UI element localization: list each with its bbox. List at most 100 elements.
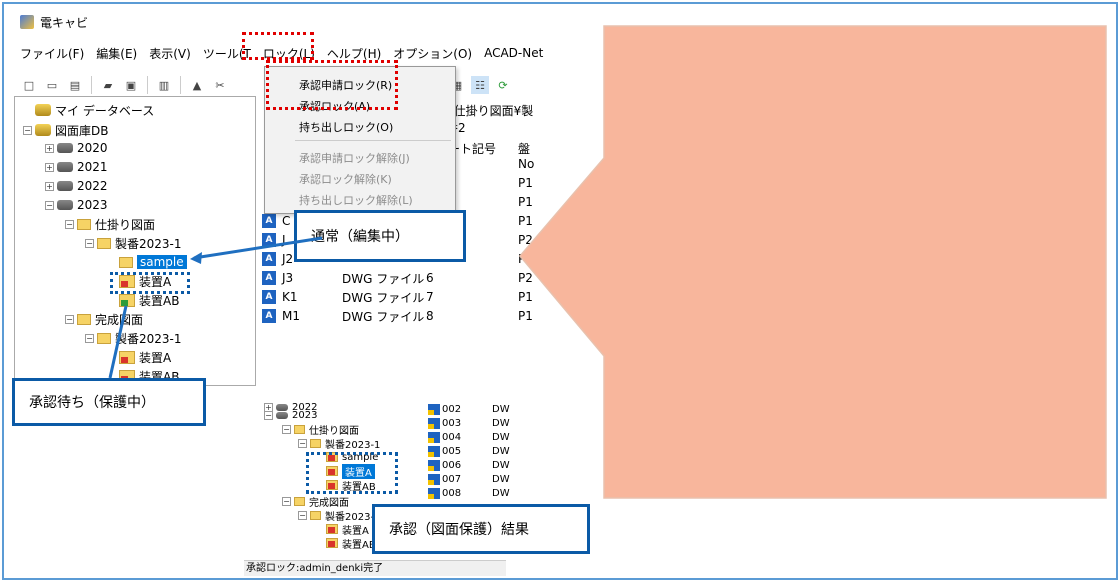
annotation-result: 承認（図面保護）結果 — [372, 504, 590, 554]
menu-edit[interactable]: 編集(E) — [90, 45, 143, 62]
tree-label: 仕掛り図面 — [309, 425, 359, 437]
tree-item[interactable]: − 完成図面 — [65, 310, 143, 328]
menu-options[interactable]: オプション(O) — [387, 45, 478, 62]
collapse-icon[interactable]: − — [45, 200, 54, 210]
tree-item[interactable]: − 製番2023-1 — [298, 436, 380, 451]
table-row[interactable]: 007 DW — [428, 472, 510, 486]
expand-icon[interactable]: + — [45, 143, 54, 153]
autocad-file-icon: A — [262, 252, 276, 266]
cell-number: 6 — [426, 271, 434, 285]
table-row[interactable]: A M1 DWG ファイル 8 — [262, 307, 512, 325]
menu-item-checkout-unlock: 持ち出しロック解除(L) — [299, 194, 413, 207]
table-row[interactable]: A J3 DWG ファイル 6 — [262, 269, 512, 287]
collapse-icon[interactable]: − — [282, 496, 291, 506]
collapse-icon[interactable]: − — [264, 410, 273, 420]
view-list-icon[interactable]: ☷ — [471, 76, 489, 94]
drive-icon — [57, 181, 73, 191]
collapse-icon[interactable]: − — [85, 333, 94, 343]
folder-icon[interactable]: ▰ — [99, 76, 117, 94]
tree-label: 仕掛り図面 — [95, 217, 156, 232]
cell-type: DW — [492, 417, 510, 429]
save-icon[interactable]: ▤ — [66, 76, 84, 94]
tree-label: 2021 — [77, 160, 108, 174]
cell-type: DWG ファイル — [342, 290, 425, 305]
tree-label: 2020 — [77, 141, 108, 155]
menu-view[interactable]: 表示(V) — [143, 45, 197, 62]
cell-board-no: P1 — [518, 290, 533, 304]
tree-label: 製番2023-1 — [115, 236, 182, 251]
menu-separator — [295, 140, 451, 141]
collapse-icon[interactable]: − — [65, 219, 74, 229]
tree-item[interactable]: +2021 — [45, 158, 108, 176]
tree-label: 装置AB — [139, 293, 180, 308]
tree-item[interactable]: − 製番2023-1 — [298, 508, 380, 523]
table-row[interactable]: 005 DW — [428, 444, 510, 458]
tree-item[interactable]: +2022 — [45, 177, 108, 195]
tree-item[interactable]: +2020 — [45, 139, 108, 157]
lock-folder-icon — [326, 538, 338, 548]
collapse-icon[interactable]: − — [65, 314, 74, 324]
menu-item-approval-unlock: 承認ロック解除(K) — [299, 173, 392, 186]
folder-icon — [97, 237, 111, 249]
locked-file-icon — [428, 445, 440, 457]
new-icon[interactable]: □ — [20, 76, 38, 94]
cell-type: DWG ファイル — [342, 271, 425, 286]
collapse-icon[interactable]: − — [282, 424, 291, 434]
folder-icon — [310, 510, 321, 520]
tree-item[interactable]: − 仕掛り図面 — [282, 422, 359, 437]
tree-item[interactable]: − 製番2023-1 — [85, 329, 182, 347]
open-icon[interactable]: ▭ — [43, 76, 61, 94]
tree-label: 装置A — [139, 350, 172, 365]
annotation-normal: 通常（編集中） — [294, 210, 466, 262]
properties-icon[interactable]: ▥ — [155, 76, 173, 94]
tree-item[interactable]: 装置A — [119, 348, 171, 366]
collapse-icon[interactable]: − — [298, 510, 307, 520]
tree-item[interactable]: − 製番2023-1 — [85, 234, 182, 252]
cell-name: K1 — [282, 290, 298, 304]
cut-icon[interactable]: ✂ — [211, 76, 229, 94]
collapse-icon[interactable]: − — [85, 238, 94, 248]
table-row[interactable]: 003 DW — [428, 416, 510, 430]
tree-label: 2022 — [77, 179, 108, 193]
menu-item-checkout-lock[interactable]: 持ち出しロック(O) — [299, 119, 393, 135]
autocad-file-icon: A — [262, 290, 276, 304]
tree-item-sample[interactable]: sample — [119, 253, 187, 271]
collapse-icon[interactable]: − — [23, 125, 32, 135]
menu-help[interactable]: ヘルプ(H) — [321, 45, 387, 62]
tree-item[interactable]: 装置AB — [326, 536, 376, 551]
table-row[interactable]: 002 DW — [428, 402, 510, 416]
tree-item[interactable]: − 図面庫DB — [23, 121, 108, 139]
locked-file-icon — [428, 459, 440, 471]
tree-label: マイ データベース — [55, 103, 155, 118]
autocad-file-icon: A — [262, 214, 276, 228]
print-icon[interactable]: ▣ — [122, 76, 140, 94]
folder-icon — [294, 424, 305, 434]
toolbar-separator — [147, 76, 148, 94]
table-row[interactable]: 004 DW — [428, 430, 510, 444]
cell-board-no: P2 — [518, 233, 533, 247]
tree-item[interactable]: − 2023 — [264, 408, 317, 422]
tree-item[interactable]: 装置A — [326, 522, 369, 537]
menu-acadnet[interactable]: ACAD-Net(N) — [478, 46, 544, 60]
menu-file[interactable]: ファイル(F) — [14, 45, 90, 62]
table-row[interactable]: 006 DW — [428, 458, 510, 472]
cell-number: 004 — [442, 431, 462, 443]
table-row[interactable]: A K1 DWG ファイル 7 — [262, 288, 512, 306]
refresh-icon[interactable]: ⟳ — [494, 76, 512, 94]
database-icon — [35, 124, 51, 136]
expand-icon[interactable]: + — [45, 162, 54, 172]
tree-item[interactable]: − 仕掛り図面 — [65, 215, 155, 233]
expand-icon[interactable]: + — [45, 181, 54, 191]
tree-item[interactable]: マイ データベース — [35, 101, 154, 119]
table-row[interactable]: 008 DW — [428, 486, 510, 500]
column-header-no[interactable]: 盤No — [518, 140, 544, 171]
collapse-icon[interactable]: − — [298, 438, 307, 448]
locked-file-icon — [428, 487, 440, 499]
lock-folder-icon — [326, 524, 338, 534]
tree-item[interactable]: − 完成図面 — [282, 494, 349, 509]
tree-pane: マイ データベース − 図面庫DB +2020 +2021 +2022 −2023… — [14, 96, 256, 386]
up-folder-icon[interactable]: ▲ — [188, 76, 206, 94]
tree-item[interactable]: − 2023 — [45, 196, 108, 214]
tree-label: 2023 — [292, 409, 318, 421]
cell-type: DW — [492, 431, 510, 443]
